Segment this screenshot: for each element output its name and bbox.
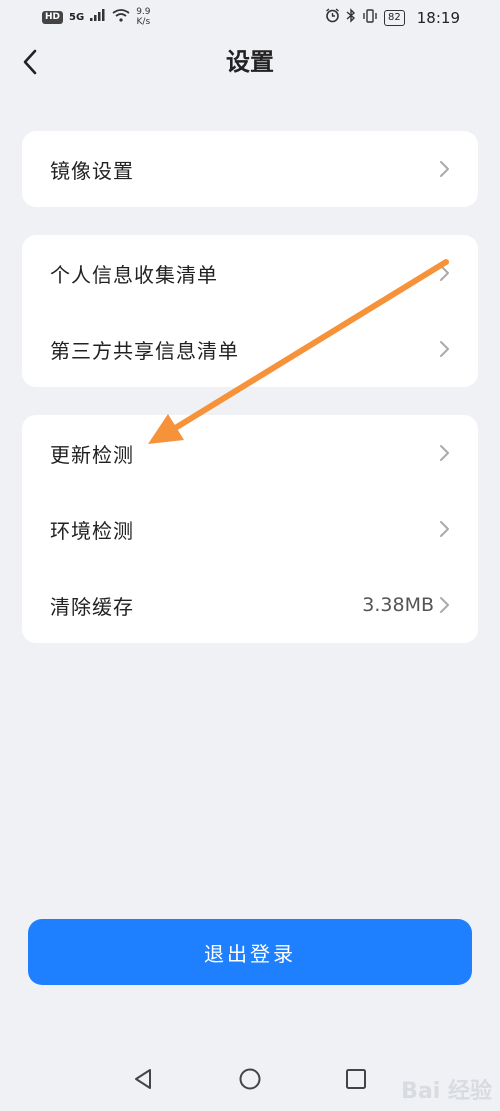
nav-recents-icon[interactable] xyxy=(345,1068,367,1094)
settings-item-update-check[interactable]: 更新检测 xyxy=(22,415,478,491)
alarm-icon xyxy=(325,8,340,27)
item-label: 第三方共享信息清单 xyxy=(50,338,239,363)
card-mirror: 镜像设置 xyxy=(22,131,478,207)
chevron-right-icon xyxy=(438,443,452,463)
wifi-icon xyxy=(112,8,130,26)
logout-button[interactable]: 退出登录 xyxy=(28,919,472,985)
chevron-right-icon xyxy=(438,263,452,283)
settings-item-personal-info-list[interactable]: 个人信息收集清单 xyxy=(22,235,478,311)
status-right: 82 18:19 xyxy=(325,8,460,27)
nav-back-icon[interactable] xyxy=(132,1068,154,1094)
network-type: 5G xyxy=(69,11,85,23)
status-bar: HD 5G 9.9 K/s 82 18:19 xyxy=(0,0,500,36)
page-title: 设置 xyxy=(226,47,274,76)
item-label: 更新检测 xyxy=(50,442,134,467)
speed-unit: K/s xyxy=(136,17,151,27)
signal-bars-icon xyxy=(90,9,106,25)
vibrate-icon xyxy=(362,8,378,27)
item-label: 个人信息收集清单 xyxy=(50,262,218,287)
battery-indicator: 82 xyxy=(384,9,405,26)
settings-screen: HD 5G 9.9 K/s 82 18:19 设置 镜像设置 个人信息收集清单 … xyxy=(0,0,500,1111)
item-label: 环境检测 xyxy=(50,518,134,543)
card-privacy: 个人信息收集清单 第三方共享信息清单 xyxy=(22,235,478,387)
settings-item-mirror[interactable]: 镜像设置 xyxy=(22,131,478,207)
status-left: HD 5G 9.9 K/s xyxy=(42,7,151,27)
chevron-right-icon xyxy=(438,159,452,179)
watermark-logo: Bai 经验 xyxy=(401,1079,492,1104)
bluetooth-icon xyxy=(346,8,356,27)
network-speed: 9.9 K/s xyxy=(136,7,150,27)
card-maintenance: 更新检测 环境检测 清除缓存 3.38MB xyxy=(22,415,478,643)
clock: 18:19 xyxy=(416,8,460,27)
chevron-right-icon xyxy=(438,519,452,539)
nav-home-icon[interactable] xyxy=(239,1068,261,1094)
chevron-right-icon xyxy=(438,339,452,359)
chevron-right-icon xyxy=(438,595,452,615)
settings-item-clear-cache[interactable]: 清除缓存 3.38MB xyxy=(22,567,478,643)
settings-item-environment-check[interactable]: 环境检测 xyxy=(22,491,478,567)
item-label: 清除缓存 xyxy=(50,594,134,619)
settings-item-third-party-list[interactable]: 第三方共享信息清单 xyxy=(22,311,478,387)
hd-badge: HD xyxy=(42,10,64,24)
speed-value: 9.9 xyxy=(136,7,151,17)
cache-size: 3.38MB xyxy=(362,594,434,616)
item-label: 镜像设置 xyxy=(50,158,134,183)
